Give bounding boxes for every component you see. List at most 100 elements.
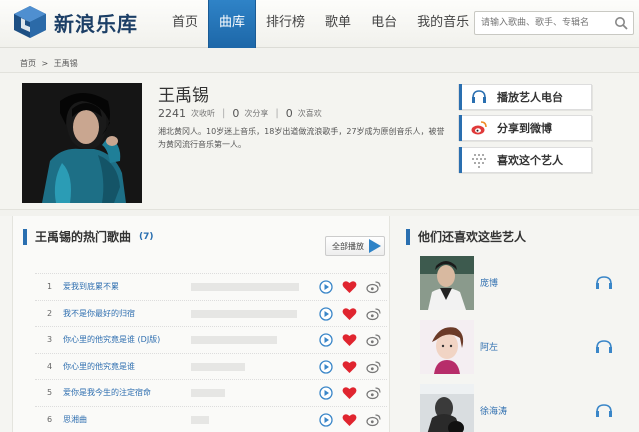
- artist-radio-icon[interactable]: [594, 338, 614, 356]
- logo-text: 新浪乐库: [54, 11, 138, 36]
- play-all-button[interactable]: 全部播放: [325, 236, 385, 256]
- nav-playlists[interactable]: 歌单: [315, 0, 361, 48]
- breadcrumb-current: 王禹锡: [53, 59, 78, 68]
- heart-icon[interactable]: [342, 386, 357, 400]
- similar-artist-item[interactable]: 阿左: [420, 320, 630, 374]
- search-box: [474, 11, 634, 35]
- similar-artist-name[interactable]: 庞博: [480, 276, 498, 289]
- song-title-link[interactable]: 我不是你最好的归宿: [63, 308, 191, 319]
- nav-radio[interactable]: 电台: [361, 0, 407, 48]
- artist-name: 王禹锡: [158, 86, 209, 106]
- song-title-link[interactable]: 爱你是我今生的注定宿命: [63, 387, 191, 398]
- hot-songs-panel: 王禹锡的热门歌曲 (7) 全部播放 1 爱我到底累不累 2 我不是你最好的归宿 3 你心里…: [12, 216, 390, 432]
- song-row[interactable]: 5 爱你是我今生的注定宿命: [35, 379, 387, 406]
- song-index: 1: [47, 282, 53, 292]
- top-header: 新浪乐库 首页 曲库 排行榜 歌单 电台 我的音乐: [0, 0, 639, 48]
- search-icon[interactable]: [614, 16, 628, 30]
- hot-songs-title: 王禹锡的热门歌曲: [35, 230, 132, 244]
- heart-icon[interactable]: [342, 307, 357, 321]
- similar-artist-item[interactable]: 庞博: [420, 256, 630, 310]
- weibo-share-icon[interactable]: [366, 386, 381, 400]
- search-input[interactable]: [475, 12, 605, 34]
- nav-library[interactable]: 曲库: [208, 0, 257, 48]
- stats-divider: |: [222, 108, 226, 119]
- weibo-share-icon[interactable]: [366, 333, 381, 347]
- button-accent-bar: [459, 84, 462, 110]
- share-to-weibo-button[interactable]: 分享到微博: [458, 115, 592, 141]
- play-artist-radio-label: 播放艺人电台: [497, 91, 563, 104]
- button-accent-bar: [459, 115, 462, 141]
- play-artist-radio-button[interactable]: 播放艺人电台: [458, 84, 592, 110]
- play-count: 2241: [158, 107, 186, 120]
- play-circle-icon[interactable]: [319, 333, 333, 347]
- site-logo[interactable]: 新浪乐库: [12, 5, 138, 39]
- artist-photo: [22, 83, 142, 203]
- hot-songs-count[interactable]: (7): [139, 232, 154, 242]
- weibo-share-icon[interactable]: [366, 280, 381, 294]
- play-circle-icon[interactable]: [319, 386, 333, 400]
- song-popularity-bar: [191, 389, 225, 397]
- similar-artist-item[interactable]: 徐海涛: [420, 384, 630, 432]
- song-popularity-bar: [191, 283, 299, 291]
- weibo-icon: [470, 119, 488, 137]
- song-row[interactable]: 1 爱我到底累不累: [35, 273, 387, 300]
- artist-radio-icon[interactable]: [594, 274, 614, 292]
- song-title-link[interactable]: 思湘曲: [63, 414, 191, 425]
- share-count: 0: [232, 107, 240, 120]
- song-popularity-bar: [191, 362, 245, 371]
- artist-bio: 湘北黄冈人。10岁迷上音乐，18岁出道做流浪歌手，27岁成为原创音乐人，被誉为黄…: [158, 127, 445, 149]
- similar-artist-name[interactable]: 阿左: [480, 340, 498, 353]
- song-index: 4: [47, 361, 53, 371]
- play-triangle-icon: [369, 239, 381, 253]
- similar-artist-name[interactable]: 徐海涛: [480, 404, 507, 417]
- nav-charts[interactable]: 排行榜: [256, 0, 315, 48]
- artist-thumbnail[interactable]: [420, 384, 474, 432]
- breadcrumb: 首页 > 王禹锡: [0, 56, 639, 72]
- lower-content: 王禹锡的热门歌曲 (7) 全部播放 1 爱我到底累不累 2 我不是你最好的归宿 3 你心里…: [0, 216, 639, 432]
- heading-accent-bar: [23, 228, 27, 245]
- share-count-label: 次分享: [244, 109, 269, 118]
- play-all-label: 全部播放: [332, 241, 364, 251]
- song-title-link[interactable]: 你心里的他究竟是谁 (DJ版): [63, 334, 191, 345]
- song-popularity-bar: [191, 309, 297, 318]
- artist-thumbnail[interactable]: [420, 256, 474, 310]
- artist-thumbnail[interactable]: [420, 320, 474, 374]
- like-count: 0: [285, 107, 293, 120]
- play-circle-icon[interactable]: [319, 412, 333, 427]
- heading-accent-bar: [406, 228, 410, 245]
- weibo-share-icon[interactable]: [366, 413, 381, 427]
- nav-my-music[interactable]: 我的音乐: [407, 0, 479, 48]
- song-row[interactable]: 2 我不是你最好的归宿: [35, 299, 387, 327]
- like-artist-label: 喜欢这个艺人: [497, 154, 563, 167]
- weibo-share-icon[interactable]: [366, 307, 381, 321]
- play-circle-icon[interactable]: [319, 280, 333, 294]
- play-circle-icon[interactable]: [319, 359, 333, 374]
- artist-info-panel: 王禹锡 2241 次收听 | 0 次分享 | 0 次喜欢 湘北黄冈人。10岁迷上…: [0, 72, 639, 210]
- like-artist-button[interactable]: 喜欢这个艺人: [458, 147, 592, 173]
- song-title-link[interactable]: 你心里的他究竟是谁: [63, 361, 191, 372]
- song-index: 2: [47, 308, 53, 318]
- radio-icon: [470, 88, 488, 106]
- heart-icon[interactable]: [342, 280, 357, 294]
- song-row[interactable]: 3 你心里的他究竟是谁 (DJ版): [35, 326, 387, 353]
- song-popularity-bar: [191, 336, 277, 344]
- play-circle-icon[interactable]: [319, 306, 333, 321]
- like-grid-icon: [470, 151, 488, 169]
- similar-artists-heading: 他们还喜欢这些艺人: [406, 228, 526, 245]
- hot-songs-heading: 王禹锡的热门歌曲 (7): [23, 228, 154, 245]
- weibo-share-icon[interactable]: [366, 360, 381, 374]
- song-list: 1 爱我到底累不累 2 我不是你最好的归宿 3 你心里的他究竟是谁 (DJ版) 4 你心里的他…: [35, 273, 387, 432]
- heart-icon[interactable]: [342, 413, 357, 427]
- main-nav: 首页 曲库 排行榜 歌单 电台 我的音乐: [162, 0, 479, 48]
- song-title-link[interactable]: 爱我到底累不累: [63, 281, 191, 292]
- nav-home[interactable]: 首页: [162, 0, 208, 48]
- heart-icon[interactable]: [342, 333, 357, 347]
- song-index: 5: [47, 388, 53, 398]
- song-row[interactable]: 6 思湘曲: [35, 405, 387, 432]
- artist-radio-icon[interactable]: [594, 402, 614, 420]
- heart-icon[interactable]: [342, 360, 357, 374]
- song-row[interactable]: 4 你心里的他究竟是谁: [35, 352, 387, 380]
- stats-divider: |: [275, 108, 279, 119]
- breadcrumb-home[interactable]: 首页: [20, 59, 36, 68]
- breadcrumb-separator: >: [41, 59, 49, 68]
